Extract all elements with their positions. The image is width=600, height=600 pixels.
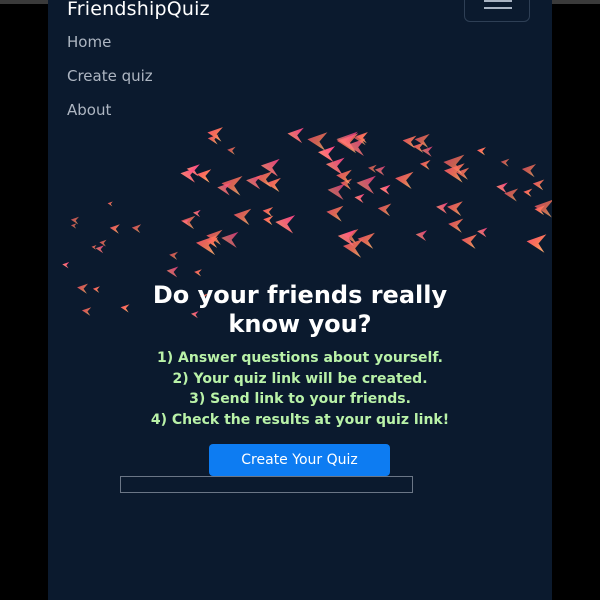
confetti-bird (70, 216, 79, 225)
confetti-bird (109, 224, 120, 234)
confetti-bird (379, 184, 391, 195)
confetti-bird (421, 146, 433, 157)
nav-item-home[interactable]: Home (67, 31, 153, 65)
confetti-bird (461, 234, 477, 249)
confetti-bird (413, 142, 425, 153)
hamburger-bar (484, 7, 512, 9)
hamburger-bar (484, 0, 512, 2)
app-screen: FriendshipQuiz Home Create quiz About Do… (48, 0, 552, 600)
confetti-bird (70, 223, 77, 229)
confetti-bird (99, 239, 107, 247)
step-1: 1) Answer questions about yourself. (157, 350, 443, 366)
confetti-bird (496, 182, 508, 194)
confetti-bird (169, 251, 178, 260)
confetti-bird (327, 183, 346, 200)
confetti-bird (194, 269, 202, 277)
confetti-bird (193, 209, 201, 218)
hero-headline-line1: Do your friends really (152, 281, 448, 309)
hero-headline: Do your friends really know you? (48, 281, 552, 339)
confetti-bird (526, 234, 547, 253)
confetti-bird (181, 215, 196, 230)
confetti-bird (196, 169, 212, 183)
confetti-bird (447, 201, 463, 216)
confetti-bird (233, 208, 252, 226)
nav-item-create-quiz[interactable]: Create quiz (67, 65, 153, 99)
ad-placeholder (120, 476, 413, 493)
confetti-bird (95, 245, 105, 254)
confetti-bird (262, 207, 274, 217)
step-2: 2) Your quiz link will be created. (172, 370, 428, 387)
confetti-bird (287, 127, 304, 144)
confetti-bird (131, 224, 142, 233)
confetti-bird (521, 164, 536, 178)
confetti-bird (504, 188, 519, 202)
steps-list: 1) Answer questions about yourself. 2) Y… (48, 348, 552, 430)
confetti-bird (354, 193, 365, 204)
confetti-bird (263, 215, 274, 226)
confetti-bird (166, 266, 179, 278)
confetti-bird (318, 146, 336, 162)
confetti-bird (436, 202, 448, 214)
hero-headline-line2: know you? (228, 310, 372, 338)
confetti-bird (395, 171, 414, 189)
confetti-bird (419, 160, 431, 170)
confetti-bird (523, 188, 533, 197)
confetti-bird (477, 147, 486, 156)
confetti-bird (500, 158, 510, 167)
confetti-bird (532, 179, 545, 191)
confetti-bird (107, 201, 113, 207)
step-4: 4) Check the results at your quiz link! (150, 411, 450, 428)
confetti-bird (343, 239, 364, 258)
confetti-bird (448, 218, 464, 233)
confetti-bird (377, 203, 392, 217)
confetti-bird (325, 157, 345, 175)
hamburger-icon[interactable] (464, 0, 530, 22)
confetti-bird (326, 205, 344, 222)
confetti-bird (374, 166, 386, 176)
confetti-bird (307, 132, 328, 151)
confetti-bird (275, 215, 296, 234)
create-quiz-button[interactable]: Create Your Quiz (209, 444, 390, 476)
confetti-bird (356, 175, 376, 194)
confetti-bird (227, 146, 236, 155)
confetti-bird (415, 230, 428, 241)
step-3: 3) Send link to your friends. (189, 391, 411, 407)
confetti-bird (368, 164, 377, 173)
confetti-bird (91, 245, 97, 250)
confetti-bird (62, 262, 70, 269)
confetti-bird (477, 227, 488, 238)
nav-menu: Home Create quiz About (67, 31, 153, 133)
confetti-bird (221, 231, 239, 248)
brand-title[interactable]: FriendshipQuiz (67, 0, 210, 21)
